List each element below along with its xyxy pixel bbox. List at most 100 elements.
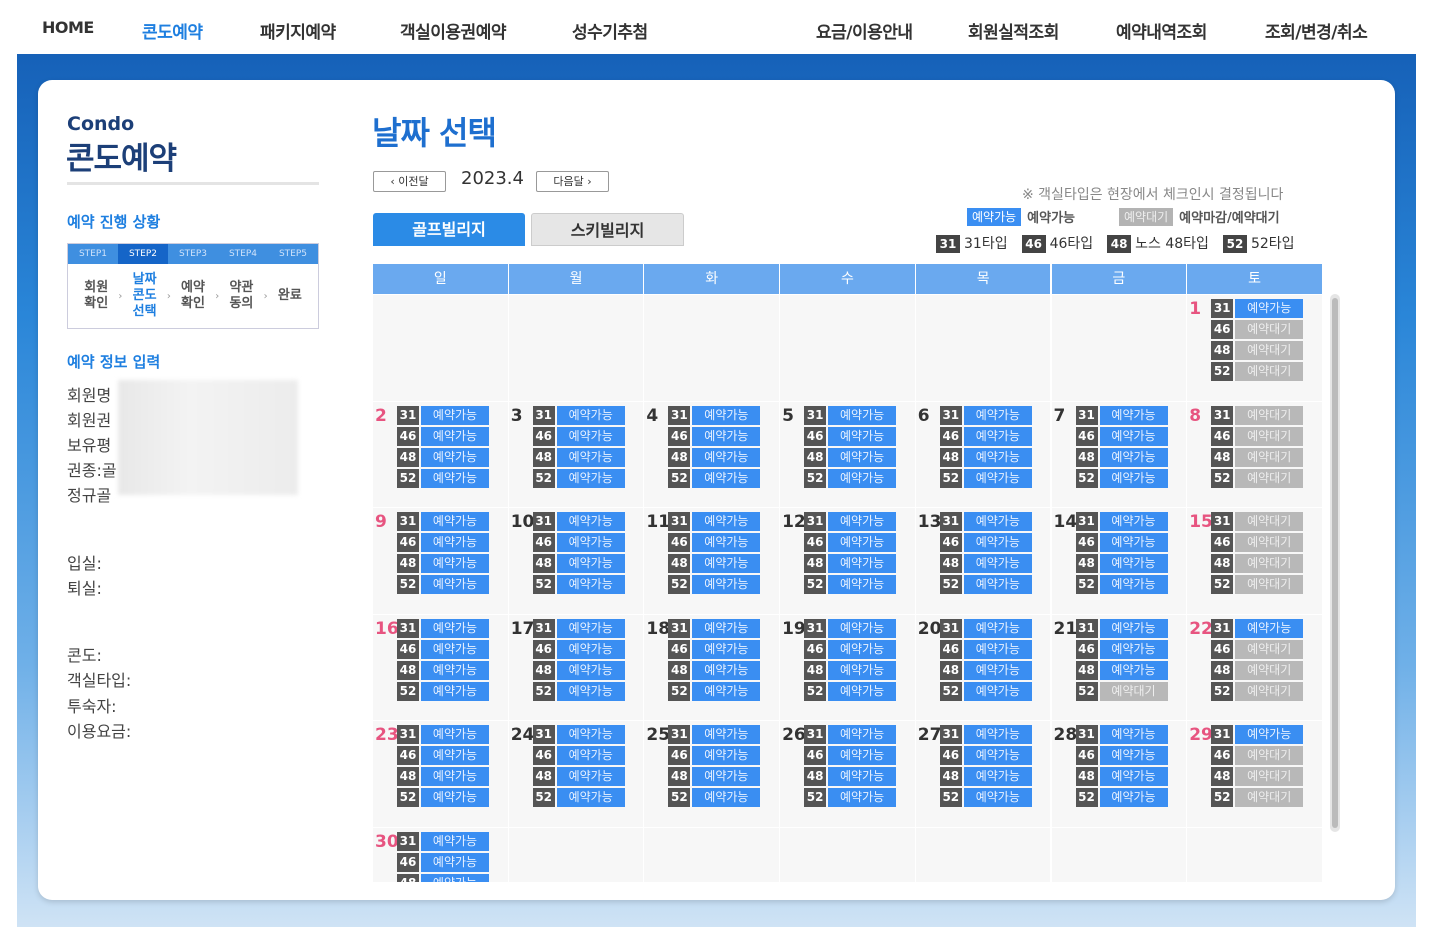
room-slot[interactable]: 52 예약가능 [804,468,897,488]
reserve-available-button[interactable]: 예약가능 [556,426,625,446]
room-slot[interactable]: 46 예약가능 [804,746,897,765]
reserve-available-button[interactable]: 예약가능 [556,660,625,680]
room-slot[interactable]: 52 예약가능 [668,468,761,488]
reserve-available-button[interactable]: 예약가능 [1099,788,1168,807]
reserve-available-button[interactable]: 예약가능 [692,788,761,807]
room-slot[interactable]: 46 예약가능 [668,639,761,659]
room-slot[interactable]: 31 예약가능 [804,618,897,638]
room-slot[interactable]: 31 예약가능 [939,512,1032,531]
reserve-available-button[interactable]: 예약가능 [421,533,489,552]
room-slot[interactable]: 52 예약가능 [939,681,1032,701]
reserve-available-button[interactable]: 예약가능 [1099,660,1168,680]
reserve-available-button[interactable]: 예약가능 [556,681,625,701]
room-slot[interactable]: 48예약가능 [804,767,897,786]
room-slot[interactable]: 46 예약가능 [939,746,1032,765]
reserve-available-button[interactable]: 예약가능 [692,725,761,744]
reserve-available-button[interactable]: 예약가능 [556,447,625,467]
room-slot[interactable]: 46 예약가능 [397,639,489,659]
reserve-available-button[interactable]: 예약가능 [963,618,1032,638]
room-slot[interactable]: 52 예약가능 [397,468,489,488]
room-slot[interactable]: 31 예약가능 [1211,618,1304,638]
room-slot[interactable]: 31 예약가능 [1075,618,1168,638]
reserve-available-button[interactable]: 예약가능 [421,512,489,531]
room-slot[interactable]: 52 예약가능 [668,575,761,594]
reserve-available-button[interactable]: 예약가능 [1235,299,1304,318]
room-slot[interactable]: 52 예약가능 [1075,468,1168,488]
nav-home[interactable]: HOME [42,18,94,37]
room-slot[interactable]: 31 예약가능 [397,725,489,744]
reserve-available-button[interactable]: 예약가능 [421,639,489,659]
room-slot[interactable]: 52 예약가능 [532,788,625,807]
reserve-available-button[interactable]: 예약가능 [421,468,489,488]
reserve-available-button[interactable]: 예약가능 [692,618,761,638]
reserve-available-button[interactable]: 예약가능 [692,681,761,701]
room-slot[interactable]: 46 예약가능 [939,639,1032,659]
room-slot[interactable]: 46 예약가능 [939,533,1032,552]
room-slot[interactable]: 48예약가능 [668,554,761,573]
reserve-available-button[interactable]: 예약가능 [692,405,761,425]
room-slot[interactable]: 31 예약가능 [668,725,761,744]
reserve-available-button[interactable]: 예약가능 [421,660,489,680]
room-slot[interactable]: 48예약가능 [668,447,761,467]
reserve-available-button[interactable]: 예약가능 [692,660,761,680]
reserve-available-button[interactable]: 예약가능 [421,405,489,425]
room-slot[interactable]: 52 예약가능 [668,681,761,701]
reserve-available-button[interactable]: 예약가능 [556,575,625,594]
room-slot[interactable]: 52 예약가능 [939,468,1032,488]
reserve-available-button[interactable]: 예약가능 [963,660,1032,680]
reserve-available-button[interactable]: 예약가능 [963,746,1032,765]
reserve-available-button[interactable]: 예약가능 [963,575,1032,594]
nav-member-records[interactable]: 회원실적조회 [968,18,1059,43]
room-slot[interactable]: 48예약가능 [532,660,625,680]
room-slot[interactable]: 48예약가능 [397,554,489,573]
room-slot[interactable]: 31 예약가능 [668,512,761,531]
room-slot[interactable]: 31 예약가능 [939,725,1032,744]
reserve-available-button[interactable]: 예약가능 [1235,725,1304,744]
prev-month-button[interactable]: ‹ 이전달 [373,171,446,192]
reserve-available-button[interactable]: 예약가능 [828,426,897,446]
reserve-available-button[interactable]: 예약가능 [963,767,1032,786]
reserve-available-button[interactable]: 예약가능 [556,554,625,573]
room-slot[interactable]: 31 예약가능 [1211,725,1304,744]
room-slot[interactable]: 31 예약가능 [532,725,625,744]
reserve-available-button[interactable]: 예약가능 [421,575,489,594]
room-slot[interactable]: 31 예약가능 [397,405,489,425]
reserve-available-button[interactable]: 예약가능 [421,681,489,701]
room-slot[interactable]: 52 예약가능 [804,575,897,594]
nav-peak-season-lottery[interactable]: 성수기추첨 [572,18,648,43]
reserve-available-button[interactable]: 예약가능 [828,533,897,552]
reserve-available-button[interactable]: 예약가능 [421,873,489,882]
room-slot[interactable]: 46 예약가능 [668,426,761,446]
reserve-available-button[interactable]: 예약가능 [828,618,897,638]
room-slot[interactable]: 31 예약가능 [532,405,625,425]
reserve-available-button[interactable]: 예약가능 [421,852,489,872]
reserve-available-button[interactable]: 예약가능 [556,725,625,744]
nav-room-voucher-reservation[interactable]: 객실이용권예약 [400,18,506,43]
room-slot[interactable]: 46 예약가능 [804,426,897,446]
room-slot[interactable]: 48예약가능 [804,447,897,467]
reserve-available-button[interactable]: 예약가능 [556,767,625,786]
room-slot[interactable]: 31 예약가능 [668,405,761,425]
room-slot[interactable]: 46 예약가능 [397,533,489,552]
reserve-available-button[interactable]: 예약가능 [963,447,1032,467]
reserve-available-button[interactable]: 예약가능 [1099,746,1168,765]
room-slot[interactable]: 46 예약가능 [939,426,1032,446]
scrollbar-thumb[interactable] [1332,298,1338,828]
reserve-available-button[interactable]: 예약가능 [692,767,761,786]
room-slot[interactable]: 48예약가능 [1075,447,1168,467]
room-slot[interactable]: 31 예약가능 [939,405,1032,425]
reserve-available-button[interactable]: 예약가능 [421,554,489,573]
reserve-available-button[interactable]: 예약가능 [963,788,1032,807]
tab-ski-village[interactable]: 스키빌리지 [531,213,684,246]
reserve-available-button[interactable]: 예약가능 [1099,767,1168,786]
reserve-available-button[interactable]: 예약가능 [828,725,897,744]
reserve-available-button[interactable]: 예약가능 [421,618,489,638]
reserve-available-button[interactable]: 예약가능 [963,639,1032,659]
reserve-available-button[interactable]: 예약가능 [1099,618,1168,638]
reserve-available-button[interactable]: 예약가능 [1099,468,1168,488]
room-slot[interactable]: 31 예약가능 [939,618,1032,638]
reserve-available-button[interactable]: 예약가능 [692,554,761,573]
room-slot[interactable]: 46 예약가능 [532,746,625,765]
reserve-available-button[interactable]: 예약가능 [963,512,1032,531]
calendar-scrollbar[interactable] [1330,294,1340,832]
